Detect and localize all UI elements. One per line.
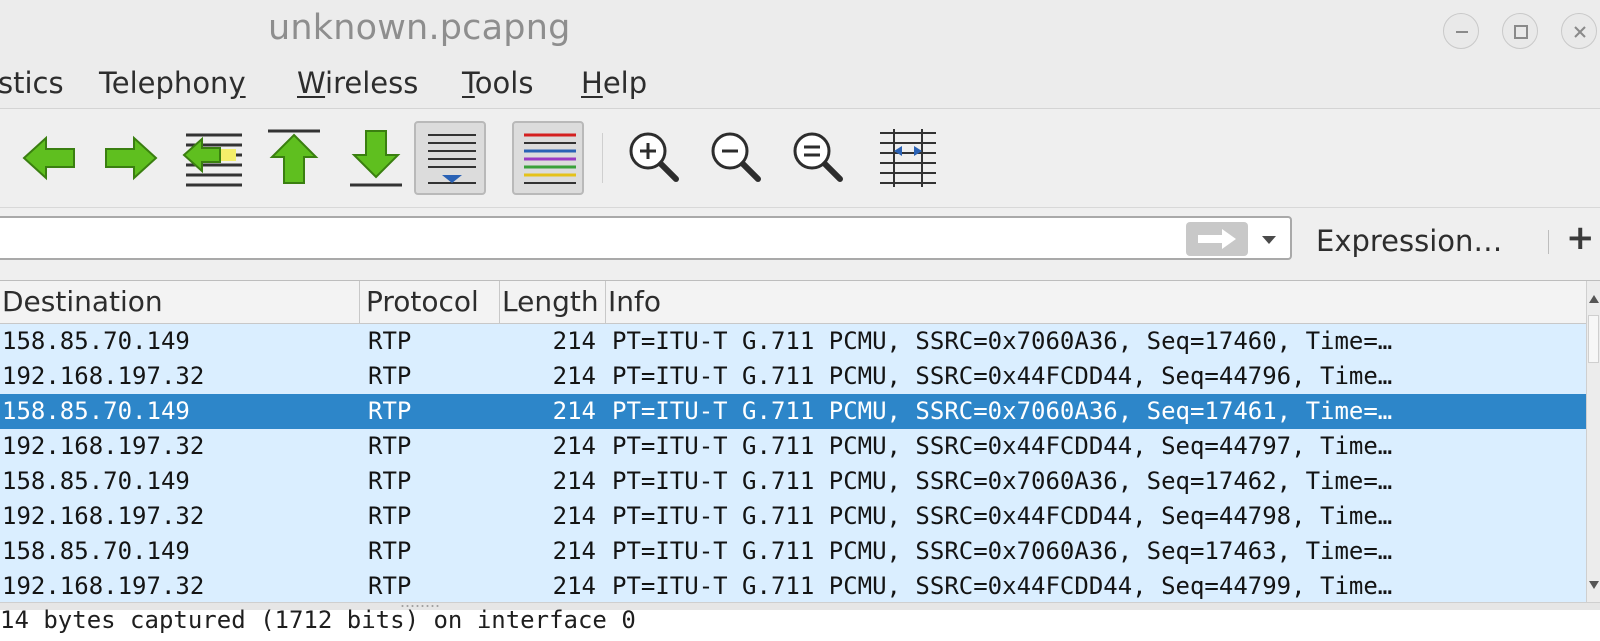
close-button[interactable] bbox=[1561, 13, 1597, 49]
go-last-packet-icon bbox=[350, 130, 402, 187]
menu-telephony[interactable]: Telephony bbox=[99, 66, 246, 100]
close-icon bbox=[1574, 26, 1586, 38]
cell-protocol: RTP bbox=[368, 572, 412, 600]
apply-filter-arrow-icon[interactable] bbox=[1186, 222, 1248, 256]
cell-info: PT=ITU-T G.711 PCMU, SSRC=0x44FCDD44, Se… bbox=[612, 572, 1393, 600]
cell-protocol: RTP bbox=[368, 537, 412, 565]
cell-protocol: RTP bbox=[368, 467, 412, 495]
cell-length: 214 bbox=[552, 362, 596, 390]
display-filter-bar: Expression… + bbox=[0, 208, 1600, 272]
menu-tools[interactable]: Tools bbox=[462, 66, 533, 100]
filter-history-dropdown-icon[interactable] bbox=[1258, 230, 1280, 250]
cell-info: PT=ITU-T G.711 PCMU, SSRC=0x7060A36, Seq… bbox=[612, 467, 1393, 495]
zoom-normal-button[interactable] bbox=[784, 121, 856, 195]
zoom-normal-icon bbox=[793, 132, 843, 182]
cell-protocol: RTP bbox=[368, 432, 412, 460]
main-toolbar bbox=[0, 109, 1600, 208]
column-header-protocol[interactable]: Protocol bbox=[360, 281, 500, 323]
go-back-button[interactable] bbox=[14, 121, 86, 195]
go-first-packet-icon bbox=[268, 129, 320, 184]
column-header-info[interactable]: Info bbox=[606, 281, 1586, 323]
cell-length: 214 bbox=[552, 432, 596, 460]
go-to-packet-button[interactable] bbox=[176, 121, 248, 195]
cell-length: 214 bbox=[552, 502, 596, 530]
cell-protocol: RTP bbox=[368, 362, 412, 390]
cell-length: 214 bbox=[552, 537, 596, 565]
cell-info: PT=ITU-T G.711 PCMU, SSRC=0x7060A36, Seq… bbox=[612, 397, 1393, 425]
cell-length: 214 bbox=[552, 572, 596, 600]
menu-wireless[interactable]: Wireless bbox=[297, 66, 418, 100]
cell-info: PT=ITU-T G.711 PCMU, SSRC=0x44FCDD44, Se… bbox=[612, 502, 1393, 530]
frame-summary-line[interactable]: 14 bytes captured (1712 bits) on interfa… bbox=[0, 606, 636, 634]
scroll-thumb[interactable] bbox=[1588, 315, 1599, 363]
packet-list-scrollbar[interactable] bbox=[1586, 281, 1600, 603]
go-forward-icon bbox=[105, 135, 158, 181]
resize-columns-button[interactable] bbox=[872, 121, 944, 195]
display-filter-input[interactable] bbox=[0, 216, 1292, 260]
cell-protocol: RTP bbox=[368, 397, 412, 425]
zoom-out-icon bbox=[711, 132, 761, 182]
column-header-destination[interactable]: Destination bbox=[0, 281, 360, 323]
table-row[interactable]: 192.168.197.32 RTP 214 PT=ITU-T G.711 PCMU,… bbox=[0, 429, 1586, 464]
cell-destination: 192.168.197.32 bbox=[2, 502, 205, 530]
resize-columns-icon bbox=[880, 129, 936, 187]
minimize-icon bbox=[1456, 31, 1468, 33]
zoom-in-button[interactable] bbox=[620, 121, 692, 195]
cell-destination: 158.85.70.149 bbox=[2, 467, 190, 495]
cell-destination: 158.85.70.149 bbox=[2, 537, 190, 565]
cell-destination: 192.168.197.32 bbox=[2, 572, 205, 600]
menu-bar: stics Telephony Wireless Tools Help bbox=[0, 60, 1600, 109]
table-row[interactable]: 158.85.70.149 RTP 214 PT=ITU-T G.711 PCMU, … bbox=[0, 464, 1586, 499]
cell-length: 214 bbox=[552, 327, 596, 355]
toolbar-separator bbox=[602, 133, 603, 183]
cell-length: 214 bbox=[552, 467, 596, 495]
colorize-button[interactable] bbox=[512, 121, 584, 195]
scroll-up-arrow-icon[interactable] bbox=[1587, 283, 1600, 313]
cell-destination: 192.168.197.32 bbox=[2, 432, 205, 460]
cell-info: PT=ITU-T G.711 PCMU, SSRC=0x44FCDD44, Se… bbox=[612, 432, 1393, 460]
filter-separator bbox=[1548, 230, 1549, 254]
cell-info: PT=ITU-T G.711 PCMU, SSRC=0x7060A36, Seq… bbox=[612, 537, 1393, 565]
table-row[interactable]: 158.85.70.149 RTP 214 PT=ITU-T G.711 PCMU, … bbox=[0, 394, 1586, 429]
menu-statistics[interactable]: stics bbox=[0, 66, 64, 100]
column-header-length[interactable]: Length bbox=[500, 281, 606, 323]
colorize-icon bbox=[524, 133, 576, 184]
cell-info: PT=ITU-T G.711 PCMU, SSRC=0x7060A36, Seq… bbox=[612, 327, 1393, 355]
cell-protocol: RTP bbox=[368, 327, 412, 355]
cell-length: 214 bbox=[552, 397, 596, 425]
expression-button[interactable]: Expression… bbox=[1316, 224, 1502, 258]
window-title: unknown.pcapng bbox=[268, 8, 571, 48]
add-filter-button[interactable]: + bbox=[1566, 218, 1595, 258]
minimize-button[interactable] bbox=[1443, 13, 1479, 49]
table-row[interactable]: 158.85.70.149 RTP 214 PT=ITU-T G.711 PCMU, … bbox=[0, 534, 1586, 569]
packet-list: Destination Protocol Length Info 158.85.… bbox=[0, 280, 1600, 604]
title-bar: unknown.pcapng bbox=[0, 0, 1600, 60]
zoom-in-icon bbox=[629, 132, 679, 182]
maximize-button[interactable] bbox=[1502, 13, 1538, 49]
auto-scroll-button[interactable] bbox=[414, 121, 486, 195]
cell-destination: 158.85.70.149 bbox=[2, 327, 190, 355]
table-row[interactable]: 158.85.70.149 RTP 214 PT=ITU-T G.711 PCMU, … bbox=[0, 324, 1586, 359]
go-back-icon bbox=[22, 135, 75, 181]
auto-scroll-icon bbox=[428, 134, 476, 184]
packet-details-pane: 14 bytes captured (1712 bits) on interfa… bbox=[0, 606, 1600, 641]
go-first-packet-button[interactable] bbox=[258, 121, 330, 195]
menu-help[interactable]: Help bbox=[581, 66, 647, 100]
cell-destination: 192.168.197.32 bbox=[2, 362, 205, 390]
go-forward-button[interactable] bbox=[94, 121, 166, 195]
scroll-down-arrow-icon[interactable] bbox=[1587, 571, 1600, 601]
zoom-out-button[interactable] bbox=[702, 121, 774, 195]
cell-protocol: RTP bbox=[368, 502, 412, 530]
cell-destination: 158.85.70.149 bbox=[2, 397, 190, 425]
table-row[interactable]: 192.168.197.32 RTP 214 PT=ITU-T G.711 PCMU,… bbox=[0, 569, 1586, 604]
cell-info: PT=ITU-T G.711 PCMU, SSRC=0x44FCDD44, Se… bbox=[612, 362, 1393, 390]
table-row[interactable]: 192.168.197.32 RTP 214 PT=ITU-T G.711 PCMU,… bbox=[0, 499, 1586, 534]
packet-rows: 158.85.70.149 RTP 214 PT=ITU-T G.711 PCMU, … bbox=[0, 324, 1586, 604]
table-row[interactable]: 192.168.197.32 RTP 214 PT=ITU-T G.711 PCMU,… bbox=[0, 359, 1586, 394]
packet-list-header: Destination Protocol Length Info bbox=[0, 281, 1586, 324]
go-last-packet-button[interactable] bbox=[340, 121, 412, 195]
go-to-packet-icon bbox=[182, 133, 242, 187]
maximize-icon bbox=[1514, 25, 1528, 39]
